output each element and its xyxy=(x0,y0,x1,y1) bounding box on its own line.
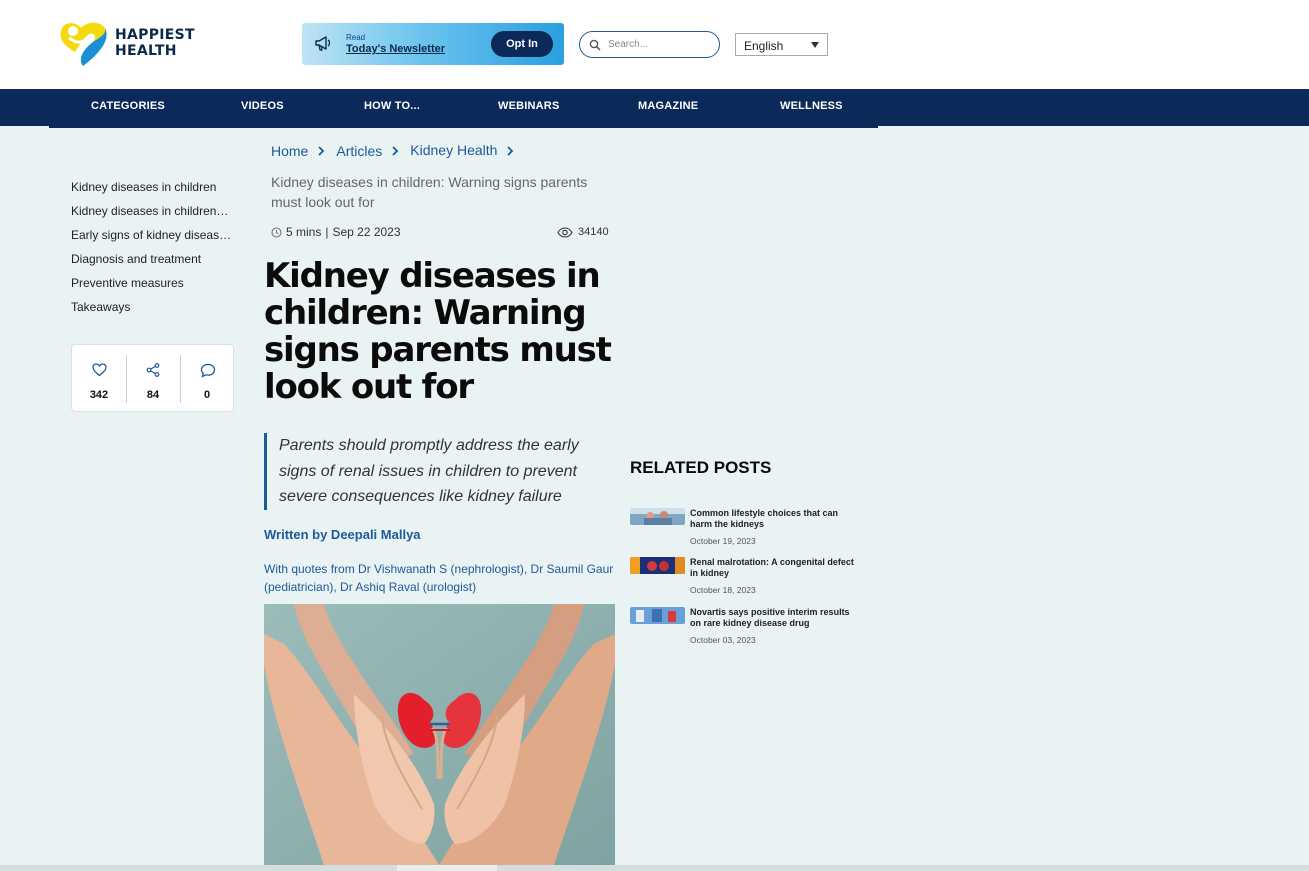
breadcrumb-current-title: Kidney diseases in children: Warning sig… xyxy=(271,174,588,210)
toc-item[interactable]: Preventive measures xyxy=(71,276,236,300)
comment-button[interactable]: 0 xyxy=(180,345,234,413)
nav-videos[interactable]: VIDEOS xyxy=(241,100,284,112)
newsletter-title-link[interactable]: Today's Newsletter xyxy=(346,43,445,55)
post-thumbnail-image xyxy=(630,508,685,525)
horizontal-scrollbar[interactable] xyxy=(0,865,1309,871)
chevron-right-icon xyxy=(392,146,399,156)
like-count: 342 xyxy=(89,389,109,401)
related-post-title[interactable]: Common lifestyle choices that can harm t… xyxy=(690,508,860,530)
table-of-contents: Kidney diseases in children Kidney disea… xyxy=(71,180,236,324)
share-count: 84 xyxy=(146,389,160,401)
toc-item[interactable]: Kidney diseases in children xyxy=(71,180,236,204)
breadcrumb-category[interactable]: Kidney Health xyxy=(410,142,497,158)
chevron-right-icon xyxy=(318,146,325,156)
nav-how-to[interactable]: HOW TO... xyxy=(364,100,420,112)
related-post[interactable]: Common lifestyle choices that can harm t… xyxy=(630,508,870,548)
post-thumbnail-image xyxy=(630,607,685,624)
share-icon xyxy=(146,363,160,377)
breadcrumb: Home Articles Kidney Health xyxy=(271,142,525,159)
language-selected: English xyxy=(744,39,784,53)
related-posts-heading: RELATED POSTS xyxy=(630,458,772,477)
nav-wellness[interactable]: WELLNESS xyxy=(780,100,843,112)
toc-item[interactable]: Diagnosis and treatment xyxy=(71,252,236,276)
related-post-date: October 18, 2023 xyxy=(690,585,756,595)
toc-item[interactable]: Early signs of kidney diseas… xyxy=(71,228,236,252)
article-summary: Parents should promptly address the earl… xyxy=(264,433,609,510)
share-button[interactable]: 84 xyxy=(126,345,180,413)
article-headline: Kidney diseases in children: Warning sig… xyxy=(264,256,612,407)
comment-icon xyxy=(200,363,216,378)
article-meta: 5 mins | Sep 22 2023 xyxy=(271,225,401,239)
publish-date: Sep 22 2023 xyxy=(332,225,401,239)
logo-text: HAPPIEST HEALTH xyxy=(115,27,195,59)
toc-item[interactable]: Kidney diseases in children… xyxy=(71,204,236,228)
eye-icon xyxy=(557,226,573,238)
like-button[interactable]: 342 xyxy=(72,345,126,413)
related-post-title[interactable]: Renal malrotation: A congenital defect i… xyxy=(690,557,860,579)
megaphone-icon xyxy=(315,36,331,51)
nav-underline xyxy=(49,126,878,128)
comment-count: 0 xyxy=(203,389,211,401)
related-post-date: October 19, 2023 xyxy=(690,536,756,546)
site-logo[interactable]: HAPPIEST HEALTH xyxy=(55,18,195,68)
heart-icon xyxy=(92,363,107,377)
breadcrumb-articles[interactable]: Articles xyxy=(336,143,382,159)
post-thumbnail-image xyxy=(630,557,685,574)
expert-quotes: With quotes from Dr Vishwanath S (nephro… xyxy=(264,562,614,594)
search-icon xyxy=(589,39,601,51)
author-byline[interactable]: Written by Deepali Mallya xyxy=(264,527,421,542)
chevron-right-icon xyxy=(507,146,514,156)
logo-icon xyxy=(60,22,107,67)
clock-icon xyxy=(271,226,282,238)
nav-categories[interactable]: CATEGORIES xyxy=(91,100,165,112)
view-count: 34140 xyxy=(557,226,609,238)
search-input[interactable] xyxy=(608,36,712,53)
dropdown-arrow-icon xyxy=(811,42,819,48)
opt-in-button[interactable]: Opt In xyxy=(491,31,553,57)
read-time: 5 mins xyxy=(286,225,322,239)
nav-webinars[interactable]: WEBINARS xyxy=(498,100,560,112)
newsletter-banner[interactable]: Read Today's Newsletter Opt In xyxy=(302,23,564,65)
breadcrumb-home[interactable]: Home xyxy=(271,143,308,159)
meta-separator: | xyxy=(325,225,329,239)
engagement-stats: 342 84 0 xyxy=(71,344,234,412)
newsletter-read-label: Read xyxy=(346,33,366,42)
hero-image xyxy=(264,604,615,865)
views-number: 34140 xyxy=(578,226,609,238)
related-post-date: October 03, 2023 xyxy=(690,635,756,645)
related-post[interactable]: Novartis says positive interim results o… xyxy=(630,607,870,647)
language-select[interactable]: English xyxy=(735,33,828,56)
related-post-title[interactable]: Novartis says positive interim results o… xyxy=(690,607,860,629)
hands-holding-kidneys-image xyxy=(264,604,615,865)
toc-item[interactable]: Takeaways xyxy=(71,300,236,324)
main-nav: CATEGORIES VIDEOS HOW TO... WEBINARS MAG… xyxy=(0,89,1309,128)
logo-text-line2: HEALTH xyxy=(115,43,177,59)
scrollbar-thumb[interactable] xyxy=(397,865,497,871)
search-box[interactable] xyxy=(579,31,720,58)
logo-text-line1: HAPPIEST xyxy=(115,27,195,43)
related-post[interactable]: Renal malrotation: A congenital defect i… xyxy=(630,557,870,597)
site-header: HAPPIEST HEALTH Read Today's Newsletter … xyxy=(0,0,1309,89)
nav-magazine[interactable]: MAGAZINE xyxy=(638,100,698,112)
